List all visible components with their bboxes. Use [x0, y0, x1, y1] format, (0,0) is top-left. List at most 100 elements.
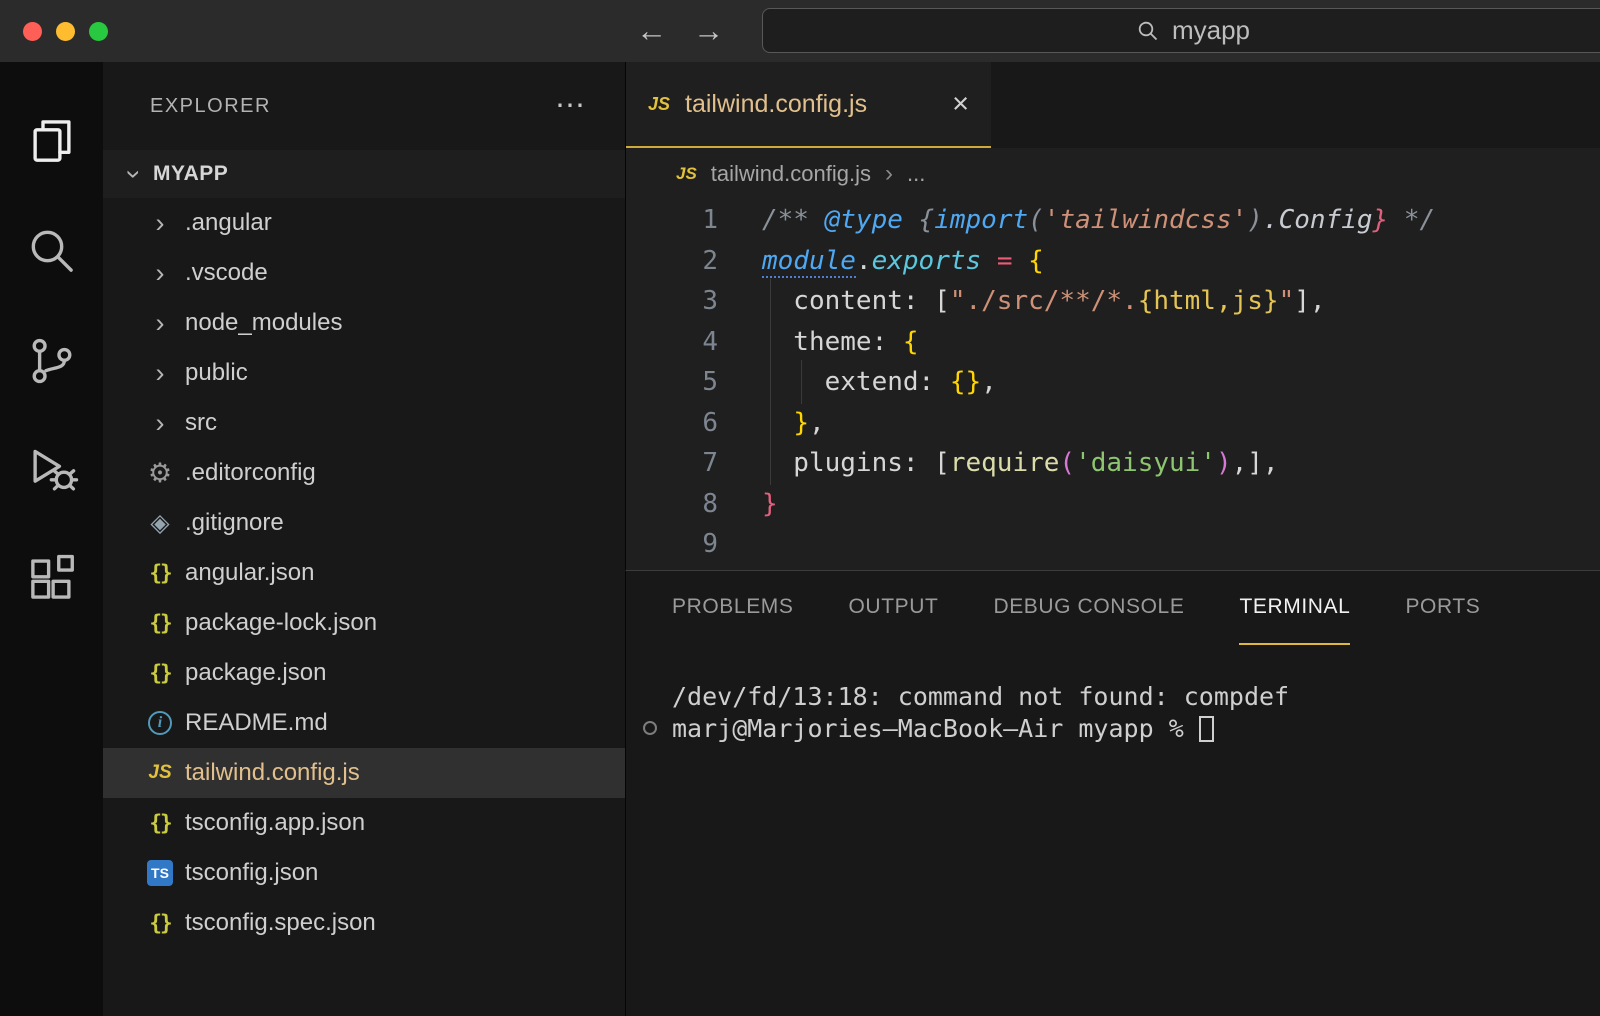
activity-bar: [0, 62, 103, 1016]
chevron-right-icon: ›: [885, 160, 893, 188]
activity-item-source-control[interactable]: [0, 316, 103, 406]
gear-icon: ⚙: [148, 458, 172, 489]
more-actions-icon[interactable]: ⋯: [555, 91, 585, 121]
tree-file-package-lock-json[interactable]: {} package-lock.json: [103, 598, 625, 648]
code-line[interactable]: 3 content: ["./src/**/*.{html,js}"],: [626, 281, 1600, 322]
panel-tab-debug-console[interactable]: DEBUG CONSOLE: [993, 571, 1184, 645]
code-line[interactable]: 8}: [626, 484, 1600, 525]
chevron-right-icon: ›: [147, 410, 173, 437]
json-braces-icon: {}: [149, 911, 170, 935]
tree-file-tailwind-config-js[interactable]: JStailwind.config.js: [103, 748, 625, 798]
panel-tab-problems[interactable]: PROBLEMS: [672, 571, 794, 645]
item-label: .gitignore: [185, 509, 284, 537]
code-line[interactable]: 2module.exports = {: [626, 241, 1600, 282]
source-control-icon: [25, 334, 79, 388]
forward-icon[interactable]: →: [693, 13, 724, 49]
breadcrumb[interactable]: JS tailwind.config.js › ...: [626, 148, 1600, 200]
tree-file-tsconfig-spec-json[interactable]: {} tsconfig.spec.json: [103, 898, 625, 948]
back-icon[interactable]: ←: [636, 13, 667, 49]
code-text: extend: {},: [762, 367, 997, 397]
indent-guide: [770, 320, 771, 364]
item-label: node_modules: [185, 309, 342, 337]
line-number: 7: [626, 448, 718, 478]
line-number: 5: [626, 367, 718, 397]
item-label: tsconfig.app.json: [185, 809, 365, 837]
item-label: package.json: [185, 659, 326, 687]
tree-file-angular-json[interactable]: {}angular.json: [103, 548, 625, 598]
code-text: /** @type {import('tailwindcss').Config}…: [762, 205, 1435, 235]
item-label: .editorconfig: [185, 459, 316, 487]
activity-item-explorer[interactable]: [0, 96, 103, 186]
panel-tabs: PROBLEMS OUTPUT DEBUG CONSOLE TERMINAL PORTS: [626, 571, 1600, 645]
json-braces-icon: {}: [149, 661, 170, 685]
tree-folder-src[interactable]: › src: [103, 398, 625, 448]
search-icon: [1136, 19, 1160, 43]
tree-folder-public[interactable]: › public: [103, 348, 625, 398]
tree-folder-node-modules[interactable]: › node_modules: [103, 298, 625, 348]
workspace-section-header[interactable]: › MYAPP: [103, 150, 625, 198]
breadcrumb-file: tailwind.config.js: [711, 161, 871, 187]
chevron-right-icon: ›: [147, 310, 173, 337]
tree-file--editorconfig[interactable]: ⚙ .editorconfig: [103, 448, 625, 498]
chevron-right-icon: ›: [147, 210, 173, 237]
line-number: 1: [626, 205, 718, 235]
zoom-button[interactable]: [89, 22, 108, 41]
line-number: 9: [626, 529, 718, 559]
item-label: package-lock.json: [185, 609, 377, 637]
code-line[interactable]: 5 extend: {},: [626, 362, 1600, 403]
code-text: content: ["./src/**/*.{html,js}"],: [762, 286, 1326, 316]
tree-folder--angular[interactable]: ›.angular: [103, 198, 625, 248]
line-number: 4: [626, 327, 718, 357]
js-file-icon: JS: [648, 94, 670, 115]
tree-file-tsconfig-json[interactable]: TS tsconfig.json: [103, 848, 625, 898]
activity-item-search[interactable]: [0, 206, 103, 296]
code-text: }: [762, 489, 778, 519]
activity-item-run-debug[interactable]: [0, 424, 103, 514]
code-line[interactable]: 9: [626, 524, 1600, 565]
item-label: tsconfig.json: [185, 859, 318, 887]
item-label: public: [185, 359, 248, 387]
line-number: 3: [626, 286, 718, 316]
chevron-down-icon: ›: [121, 161, 148, 187]
tab-label: tailwind.config.js: [685, 90, 867, 119]
workspace-name: MYAPP: [153, 162, 228, 186]
code-area[interactable]: 1 /** @type {import('tailwindcss').Config…: [626, 200, 1600, 565]
code-line[interactable]: 1 /** @type {import('tailwindcss').Config…: [626, 200, 1600, 241]
code-line[interactable]: 6 },: [626, 403, 1600, 444]
terminal[interactable]: /dev/fd/13:18: command not found: compde…: [626, 645, 1600, 745]
tree-file--gitignore[interactable]: ◈.gitignore: [103, 498, 625, 548]
code-line[interactable]: 4 theme: {: [626, 322, 1600, 363]
activity-item-extensions[interactable]: [0, 534, 103, 624]
close-icon[interactable]: ×: [952, 90, 969, 119]
code-line[interactable]: 7 plugins: [require('daisyui'),],: [626, 443, 1600, 484]
item-label: tsconfig.spec.json: [185, 909, 376, 937]
explorer-tree: ›.angular›.vscode›node_modules›public›sr…: [103, 198, 625, 948]
panel-tab-ports[interactable]: PORTS: [1405, 571, 1480, 645]
line-number: 8: [626, 489, 718, 519]
minimize-button[interactable]: [56, 22, 75, 41]
js-file-icon: JS: [148, 762, 171, 784]
panel-tab-output[interactable]: OUTPUT: [849, 571, 939, 645]
item-label: angular.json: [185, 559, 314, 587]
chevron-right-icon: ›: [147, 360, 173, 387]
item-label: src: [185, 409, 217, 437]
indent-guide: [770, 360, 771, 404]
indent-guide: [770, 441, 771, 485]
sidebar-header: EXPLORER ⋯: [103, 62, 625, 150]
tree-file-readme-md[interactable]: iREADME.md: [103, 698, 625, 748]
indent-guide: [770, 279, 771, 323]
chevron-right-icon: ›: [147, 260, 173, 287]
tree-file-package-json[interactable]: {} package.json: [103, 648, 625, 698]
search-icon: [25, 224, 79, 278]
tab-tailwind-config[interactable]: JS tailwind.config.js ×: [626, 62, 991, 148]
command-decoration-icon[interactable]: [643, 721, 657, 735]
extensions-icon: [25, 552, 79, 606]
code-text: module.exports = {: [762, 246, 1044, 276]
json-braces-icon: {}: [149, 611, 170, 635]
ts-file-icon: TS: [147, 860, 173, 886]
tree-file-tsconfig-app-json[interactable]: {}tsconfig.app.json: [103, 798, 625, 848]
command-center-search[interactable]: myapp: [762, 8, 1600, 53]
close-button[interactable]: [23, 22, 42, 41]
tree-folder--vscode[interactable]: ›.vscode: [103, 248, 625, 298]
panel-tab-terminal[interactable]: TERMINAL: [1239, 571, 1350, 645]
